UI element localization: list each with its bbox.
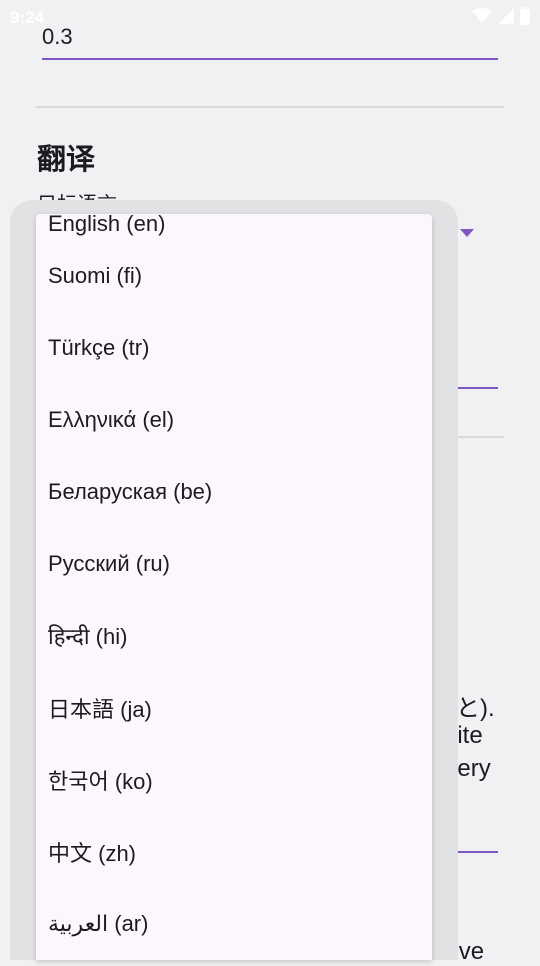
language-option-hi[interactable]: हिन्दी (hi) (36, 600, 432, 672)
status-icons (472, 7, 530, 25)
language-option-ko[interactable]: 한국어 (ko) (36, 744, 432, 816)
language-option-tr[interactable]: Türkçe (tr) (36, 312, 432, 384)
battery-icon (520, 7, 530, 25)
temperature-field-underline (42, 58, 498, 60)
status-time: 9:24 (10, 8, 45, 27)
wifi-icon (472, 8, 492, 23)
language-option-fi[interactable]: Suomi (fi) (36, 240, 432, 312)
language-option-be[interactable]: Беларуская (be) (36, 456, 432, 528)
status-bar: 9:24 (0, 0, 540, 36)
translation-section-title: 翻译 (37, 144, 96, 176)
section-divider (36, 106, 504, 108)
language-option-ru[interactable]: Русский (ru) (36, 528, 432, 600)
language-option-ja[interactable]: 日本語 (ja) (36, 672, 432, 744)
language-option-zh[interactable]: 中文 (zh) (36, 816, 432, 888)
language-option-el[interactable]: Ελληνικά (el) (36, 384, 432, 456)
signal-icon (498, 8, 514, 24)
language-dropdown-menu: English (en) Suomi (fi) Türkçe (tr) Ελλη… (36, 214, 432, 960)
language-option-ar[interactable]: العربية (ar) (36, 888, 432, 960)
dropdown-arrow-icon[interactable] (460, 229, 474, 237)
